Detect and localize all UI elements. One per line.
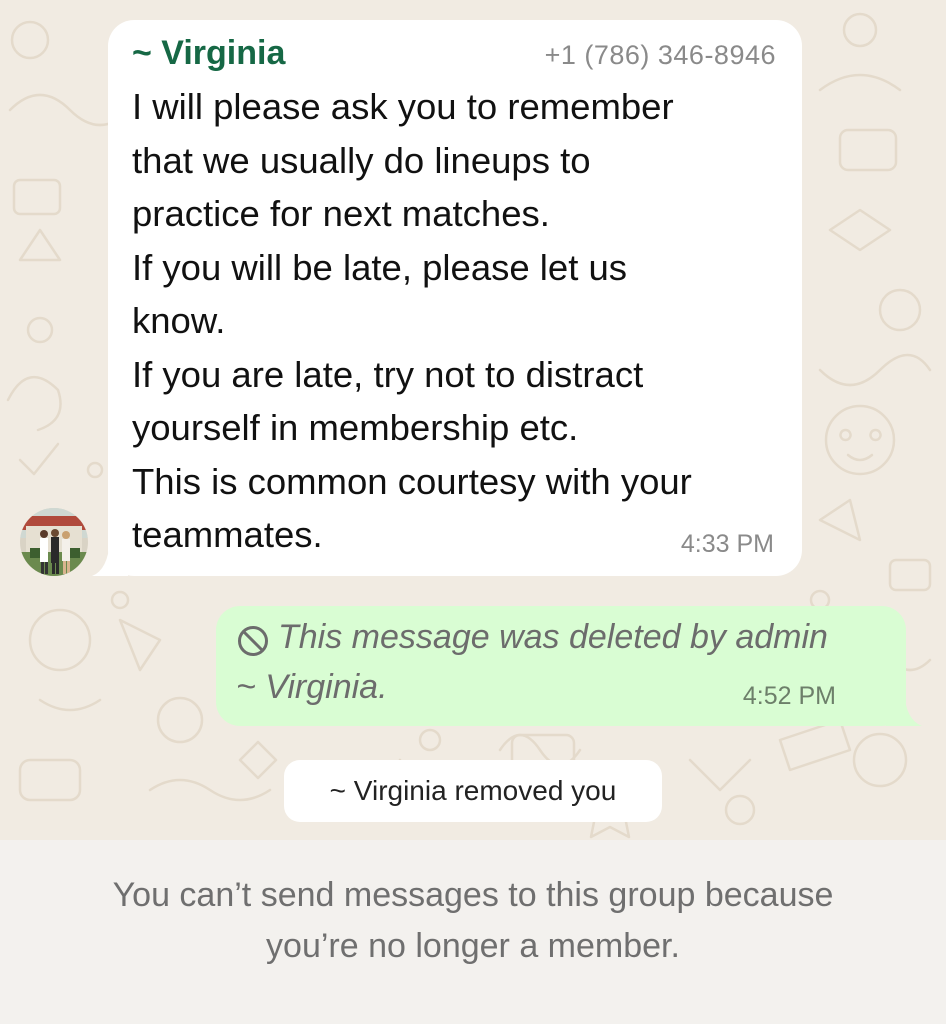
prohibited-circle-icon [238, 626, 268, 656]
notice-line: You can’t send messages to this group be… [112, 876, 834, 914]
chat-area[interactable]: ~ Virginia +1 (786) 346-8946 I will plea… [0, 0, 946, 840]
deleted-message-text: This message was deleted by admin [278, 618, 828, 656]
message-timestamp: 4:33 PM [680, 530, 774, 558]
sender-phone[interactable]: +1 (786) 346-8946 [545, 40, 776, 71]
incoming-message-bubble[interactable]: ~ Virginia +1 (786) 346-8946 I will plea… [108, 20, 802, 576]
read-only-footer: You can’t send messages to this group be… [0, 840, 946, 1024]
message-line: practice for next matches. [132, 193, 550, 234]
message-line: This is common courtesy with your [132, 460, 692, 502]
message-timestamp: 4:52 PM [742, 682, 836, 710]
deleted-message-text: ~ Virginia. [236, 668, 388, 706]
sender-avatar[interactable] [20, 508, 88, 576]
message-line: If you will be late, please let us [132, 246, 628, 288]
message-line: know. [132, 300, 226, 341]
not-member-notice: You can’t send messages to this group be… [0, 870, 946, 972]
deleted-message-bubble[interactable]: This message was deleted by admin ~ Virg… [216, 606, 906, 726]
message-line: yourself in membership etc. [132, 407, 579, 448]
system-notice: ~ Virginia removed you [284, 760, 662, 822]
message-line: If you are late, try not to distract [132, 353, 644, 395]
message-line: I will please ask you to remember [132, 86, 674, 127]
message-text: I will please ask you to remember that w… [132, 80, 792, 562]
sender-name[interactable]: ~ Virginia [132, 34, 285, 73]
message-line: that we usually do lineups to [132, 139, 591, 181]
avatar-photo-icon [20, 508, 88, 576]
notice-line: you’re no longer a member. [266, 927, 680, 965]
